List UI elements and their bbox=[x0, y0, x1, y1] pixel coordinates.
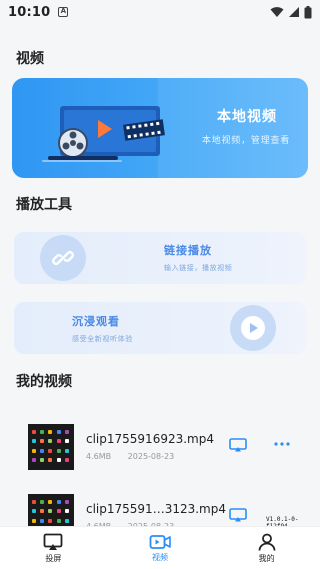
local-card-subtitle: 本地视频，管理查看 bbox=[201, 136, 291, 146]
status-time: 10:10 bbox=[8, 4, 51, 20]
link-play-subtitle: 输入链接，播放视频 bbox=[164, 264, 233, 272]
immersive-subtitle: 感受全新视听体验 bbox=[72, 335, 133, 343]
cast-icon[interactable] bbox=[229, 508, 247, 522]
play-circle bbox=[230, 305, 276, 351]
link-play-card[interactable]: 链接播放 输入链接，播放视频 bbox=[14, 232, 306, 284]
nav-label-mine: 我的 bbox=[258, 553, 275, 563]
video-name: clip175591…3123.mp4 bbox=[86, 502, 226, 516]
link-play-title: 链接播放 bbox=[164, 244, 212, 257]
person-icon bbox=[258, 533, 276, 551]
status-icons bbox=[270, 5, 312, 19]
section-title-my-videos: 我的视频 bbox=[16, 374, 72, 390]
more-icon[interactable] bbox=[273, 440, 291, 448]
film-illustration-icon bbox=[42, 106, 165, 162]
video-date: 2025-08-23 bbox=[127, 452, 175, 461]
nav-item-mine[interactable]: 我的 bbox=[213, 527, 320, 569]
video-thumbnail bbox=[28, 424, 74, 470]
video-camera-icon bbox=[149, 534, 171, 549]
nav-label-cast: 投屏 bbox=[45, 553, 62, 563]
cast-icon[interactable] bbox=[229, 438, 247, 452]
nav-item-video[interactable]: 视频 bbox=[107, 527, 214, 569]
local-card-panel bbox=[158, 78, 308, 178]
link-icon bbox=[52, 251, 74, 265]
section-title-tools: 播放工具 bbox=[16, 197, 72, 213]
video-name: clip1755916923.mp4 bbox=[86, 432, 214, 446]
play-icon bbox=[241, 316, 265, 340]
nav-item-cast[interactable]: 投屏 bbox=[0, 527, 107, 569]
bottom-nav: 投屏 视频 我的 bbox=[0, 526, 320, 569]
wifi-icon bbox=[270, 7, 284, 17]
status-bar: 10:10 A bbox=[0, 0, 320, 24]
battery-icon bbox=[304, 5, 312, 18]
screen-cast-icon bbox=[43, 533, 63, 550]
notification-a-icon: A bbox=[58, 7, 69, 17]
link-circle bbox=[40, 235, 86, 281]
nav-label-video: 视频 bbox=[152, 552, 168, 562]
immersive-title: 沉浸观看 bbox=[72, 315, 120, 328]
video-meta: 4.6MB 2025-08-23 bbox=[86, 452, 188, 461]
video-size: 4.6MB bbox=[86, 452, 112, 461]
signal-icon bbox=[289, 7, 299, 17]
section-title-video: 视频 bbox=[16, 51, 44, 67]
local-video-card[interactable]: 本地视频 本地视频，管理查看 bbox=[12, 78, 308, 178]
immersive-watch-card[interactable]: 沉浸观看 感受全新视听体验 bbox=[14, 302, 306, 354]
thumbnail-app-grid bbox=[32, 430, 70, 464]
video-list-item[interactable]: clip1755916923.mp4 4.6MB 2025-08-23 bbox=[0, 424, 320, 482]
local-card-title: 本地视频 bbox=[217, 109, 277, 125]
